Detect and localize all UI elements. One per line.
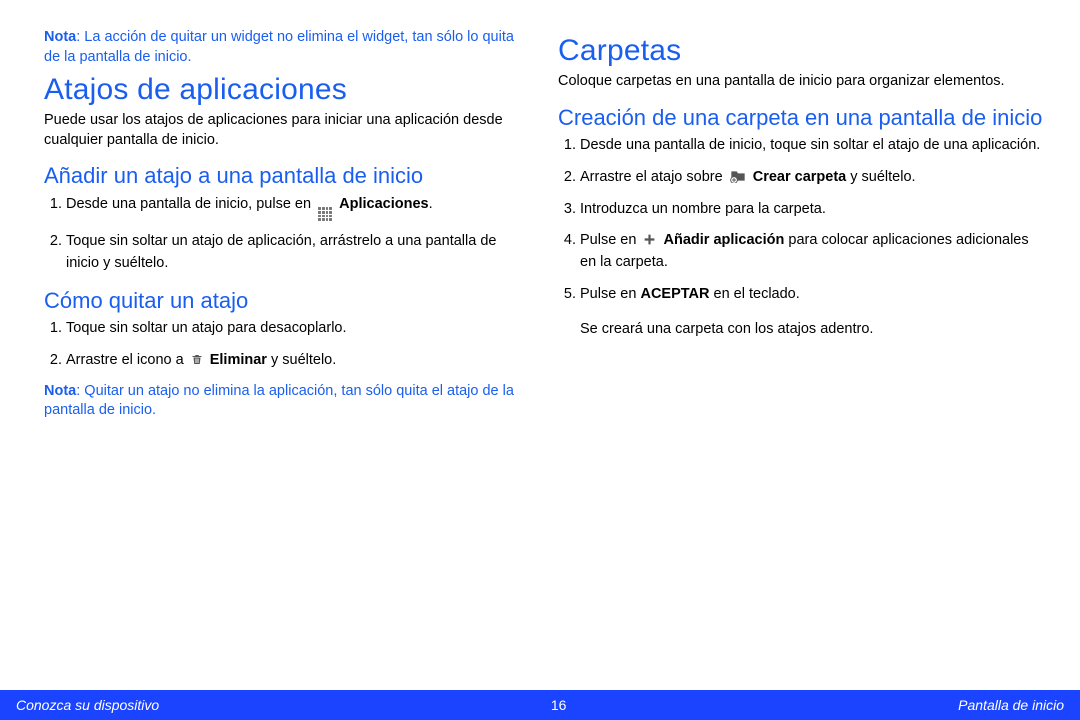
step-add-1: Desde una pantalla de inicio, pulse en A… <box>66 194 532 221</box>
list-add-shortcut: Desde una pantalla de inicio, pulse en A… <box>44 194 532 275</box>
trash-icon <box>191 352 203 366</box>
note-widget: Nota: La acción de quitar un widget no e… <box>44 28 532 67</box>
step-remove-2: Arrastre el icono a Eliminar y suéltelo. <box>66 350 532 372</box>
subheading-remove-shortcut: Cómo quitar un atajo <box>44 287 532 315</box>
subheading-add-shortcut: Añadir un atajo a una pantalla de inicio <box>44 162 532 190</box>
footer-right: Pantalla de inicio <box>958 697 1064 713</box>
add-app-label: Añadir aplicación <box>664 232 785 248</box>
folder-plus-icon <box>730 169 746 183</box>
subheading-create-folder: Creación de una carpeta en una pantalla … <box>558 104 1046 132</box>
step-folder-result: Se creará una carpeta con los atajos ade… <box>580 320 1046 340</box>
note-remove-shortcut: Nota: Quitar un atajo no elimina la apli… <box>44 382 532 421</box>
note-label: Nota <box>44 29 76 45</box>
note-text-2: : Quitar un atajo no elimina la aplicaci… <box>44 383 514 419</box>
step-folder-5: Pulse en ACEPTAR en el teclado. Se crear… <box>580 284 1046 339</box>
heading-folders: Carpetas <box>558 34 1046 68</box>
heading-shortcuts: Atajos de aplicaciones <box>44 73 532 107</box>
create-folder-label: Crear carpeta <box>753 169 847 185</box>
list-remove-shortcut: Toque sin soltar un atajo para desacopla… <box>44 318 532 372</box>
footer-left: Conozca su dispositivo <box>16 697 159 713</box>
content-area: Nota: La acción de quitar un widget no e… <box>0 0 1080 690</box>
step-folder-3: Introduzca un nombre para la carpeta. <box>580 199 1046 221</box>
step-folder-2: Arrastre el atajo sobre Crear carpeta y … <box>580 167 1046 189</box>
note-label-2: Nota <box>44 383 76 399</box>
accept-label: ACEPTAR <box>640 286 709 302</box>
list-create-folder: Desde una pantalla de inicio, toque sin … <box>558 135 1046 339</box>
footer-bar: Conozca su dispositivo 16 Pantalla de in… <box>0 690 1080 720</box>
left-column: Nota: La acción de quitar un widget no e… <box>44 28 532 680</box>
apps-grid-icon <box>318 207 332 221</box>
plus-icon <box>643 233 656 246</box>
remove-label: Eliminar <box>210 352 267 368</box>
right-column: Carpetas Coloque carpetas en una pantall… <box>558 28 1046 680</box>
document-page: Nota: La acción de quitar un widget no e… <box>0 0 1080 720</box>
intro-shortcuts: Puede usar los atajos de aplicaciones pa… <box>44 111 532 150</box>
step-folder-1: Desde una pantalla de inicio, toque sin … <box>580 135 1046 157</box>
apps-label: Aplicaciones <box>339 196 428 212</box>
intro-folders: Coloque carpetas en una pantalla de inic… <box>558 72 1046 92</box>
step-folder-4: Pulse en Añadir aplicación para colocar … <box>580 230 1046 274</box>
step-remove-1: Toque sin soltar un atajo para desacopla… <box>66 318 532 340</box>
note-text: : La acción de quitar un widget no elimi… <box>44 29 514 65</box>
page-number: 16 <box>551 697 567 713</box>
step-add-2: Toque sin soltar un atajo de aplicación,… <box>66 231 532 275</box>
